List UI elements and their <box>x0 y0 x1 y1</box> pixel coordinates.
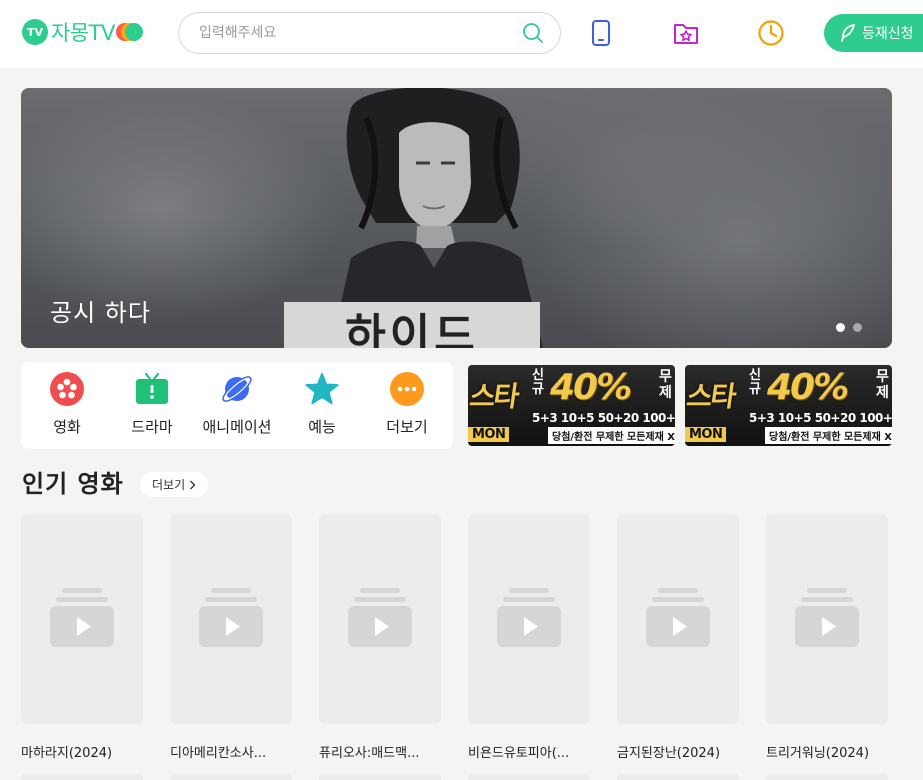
movie-reel-icon <box>50 372 84 406</box>
ad-banner-1[interactable]: 스타 MON 신규 40% 무제 5+3 10+5 50+20 100+3 당첨… <box>468 365 675 446</box>
top-header: TV 자몽TV 등재신청 <box>0 0 923 68</box>
ad-mon: MON <box>468 427 510 442</box>
category-variety[interactable]: 예능 <box>280 372 364 442</box>
ad-bonus: 5+3 10+5 50+20 100+3 <box>532 411 675 425</box>
ad-strip: 당첨/환전 무제한 모든제재 X <box>765 427 892 444</box>
category-label: 영화 <box>53 418 81 436</box>
movie-thumbnail[interactable] <box>617 514 739 724</box>
category-label: 더보기 <box>386 418 428 436</box>
category-label: 애니메이션 <box>202 418 272 436</box>
banner-dot-1[interactable] <box>836 323 845 332</box>
play-placeholder-icon <box>49 586 115 652</box>
ad-strip: 당첨/환전 무제한 모든제재 X <box>548 427 675 444</box>
site-logo[interactable]: TV 자몽TV <box>22 16 143 48</box>
movie-title[interactable]: 비욘드유토피아(... <box>468 742 598 761</box>
movie-card-next-row[interactable] <box>766 774 888 780</box>
ad-new: 신규 <box>749 368 761 397</box>
movie-title[interactable]: 트리거워닝(2024) <box>766 742 896 761</box>
movie-card[interactable]: 비욘드유토피아(... <box>468 514 590 761</box>
category-label: 예능 <box>308 418 336 436</box>
movie-title[interactable]: 마하라지(2024) <box>21 742 151 761</box>
banner-pagination <box>836 323 862 332</box>
logo-dots-icon <box>115 23 143 41</box>
play-placeholder-icon <box>496 586 562 652</box>
ad-word: 스타 <box>685 380 737 413</box>
movie-card[interactable]: 디아메리칸소사... <box>170 514 292 761</box>
play-placeholder-icon <box>645 586 711 652</box>
clock-icon[interactable] <box>756 18 786 48</box>
star-icon <box>305 372 339 406</box>
more-label: 더보기 <box>152 478 186 492</box>
category-drama[interactable]: 드라마 <box>110 372 194 442</box>
register-button[interactable]: 등재신청 <box>824 14 923 52</box>
movie-card-next-row[interactable] <box>21 774 143 780</box>
more-icon <box>390 372 424 406</box>
chevron-right-icon <box>190 480 196 489</box>
movie-card-next-row[interactable] <box>617 774 739 780</box>
ad-percent: 40% <box>550 367 632 408</box>
category-more[interactable]: 더보기 <box>365 372 449 442</box>
play-placeholder-icon <box>198 586 264 652</box>
movie-card[interactable]: 마하라지(2024) <box>21 514 143 761</box>
movie-card[interactable]: 트리거워닝(2024) <box>766 514 888 761</box>
category-animation[interactable]: 애니메이션 <box>195 372 279 442</box>
ad-banner-2[interactable]: 스타 MON 신규 40% 무제 5+3 10+5 50+20 100+3 당첨… <box>685 365 892 446</box>
search-icon[interactable] <box>522 22 544 44</box>
tv-icon <box>135 372 169 406</box>
category-panel: 영화 드라마 애니메이션 예능 더보기 <box>21 362 453 449</box>
section-title: 인기 영화 <box>22 470 124 498</box>
movie-card[interactable]: 금지된장난(2024) <box>617 514 739 761</box>
play-placeholder-icon <box>794 586 860 652</box>
movie-title[interactable]: 금지된장난(2024) <box>617 742 747 761</box>
ad-new: 신규 <box>532 368 544 397</box>
search-box <box>178 12 561 54</box>
ad-word: 스타 <box>468 380 520 413</box>
logo-badge: TV <box>22 19 48 45</box>
category-label: 드라마 <box>131 418 173 436</box>
logo-text: 자몽TV <box>51 21 115 45</box>
ad-mon: MON <box>685 427 727 442</box>
movie-thumbnail[interactable] <box>319 514 441 724</box>
hero-banner[interactable]: 하이드 공시 하다 <box>21 88 892 348</box>
movie-card-next-row[interactable] <box>170 774 292 780</box>
movie-thumbnail[interactable] <box>766 514 888 724</box>
register-label: 등재신청 <box>862 26 914 42</box>
phone-icon[interactable] <box>586 18 616 48</box>
movie-thumbnail[interactable] <box>170 514 292 724</box>
feather-icon <box>841 24 855 42</box>
movie-thumbnail[interactable] <box>468 514 590 724</box>
movie-title[interactable]: 퓨리오사:매드맥... <box>319 742 449 761</box>
movie-card[interactable]: 퓨리오사:매드맥... <box>319 514 441 761</box>
banner-caption: 공시 하다 <box>50 299 151 327</box>
ad-bonus: 5+3 10+5 50+20 100+3 <box>749 411 892 425</box>
planet-icon <box>220 372 254 406</box>
movie-title[interactable]: 디아메리칸소사... <box>170 742 300 761</box>
banner-dot-2[interactable] <box>853 323 862 332</box>
star-folder-icon[interactable] <box>671 18 701 48</box>
category-movie[interactable]: 영화 <box>25 372 109 442</box>
movie-thumbnail[interactable] <box>21 514 143 724</box>
ad-percent: 40% <box>767 367 849 408</box>
ad-tail: 무제 <box>876 369 889 401</box>
play-placeholder-icon <box>347 586 413 652</box>
movie-card-next-row[interactable] <box>468 774 590 780</box>
more-button[interactable]: 더보기 <box>140 472 209 497</box>
movie-card-next-row[interactable] <box>319 774 441 780</box>
ad-tail: 무제 <box>659 369 672 401</box>
banner-poster-title: 하이드 <box>284 302 540 348</box>
search-input[interactable] <box>199 23 499 43</box>
